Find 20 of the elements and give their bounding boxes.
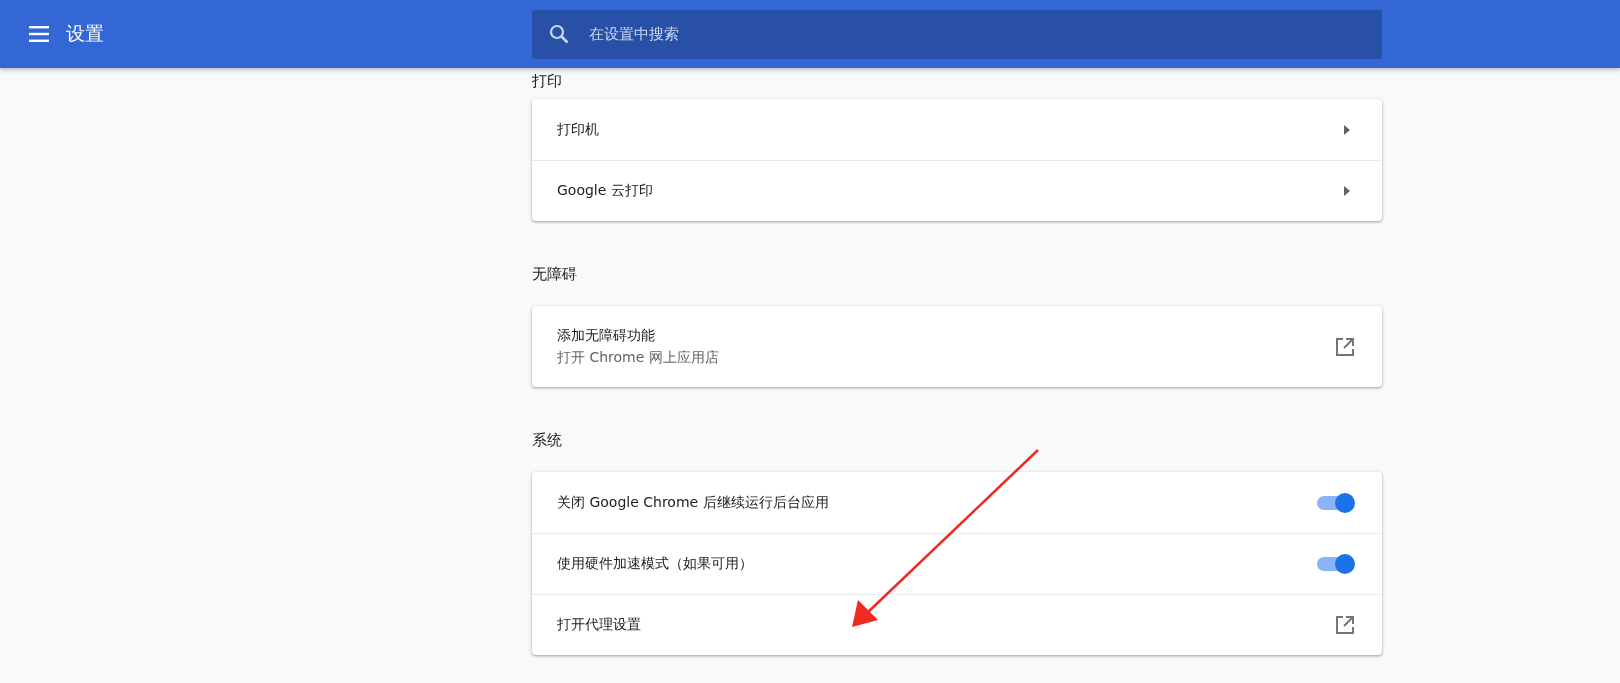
- setting-label: 打开代理设置: [557, 616, 641, 634]
- setting-description: 打开 Chrome 网上应用店: [557, 348, 719, 367]
- search-field[interactable]: 在设置中搜索: [532, 9, 1382, 59]
- setting-label: 关闭 Google Chrome 后继续运行后台应用: [557, 493, 829, 512]
- toggle-switch[interactable]: [1317, 495, 1353, 510]
- section-heading: 系统: [532, 430, 563, 451]
- search-icon: [549, 23, 569, 44]
- caret-icon[interactable]: [1344, 186, 1350, 196]
- external-link-icon[interactable]: [1335, 615, 1355, 635]
- section-heading: 打印: [532, 71, 563, 92]
- setting-label: 打印机: [557, 120, 599, 139]
- external-link-icon[interactable]: [1335, 336, 1355, 357]
- setting-label: 使用硬件加速模式（如果可用）: [557, 555, 753, 573]
- setting-label: 添加无障碍功能: [557, 326, 656, 345]
- page-title: 设置: [66, 21, 104, 46]
- menu-icon[interactable]: [29, 26, 49, 42]
- toggle-switch[interactable]: [1317, 557, 1353, 571]
- setting-label: Google 云打印: [557, 182, 653, 200]
- section-heading: 无障碍: [532, 264, 578, 285]
- caret-icon[interactable]: [1344, 124, 1350, 135]
